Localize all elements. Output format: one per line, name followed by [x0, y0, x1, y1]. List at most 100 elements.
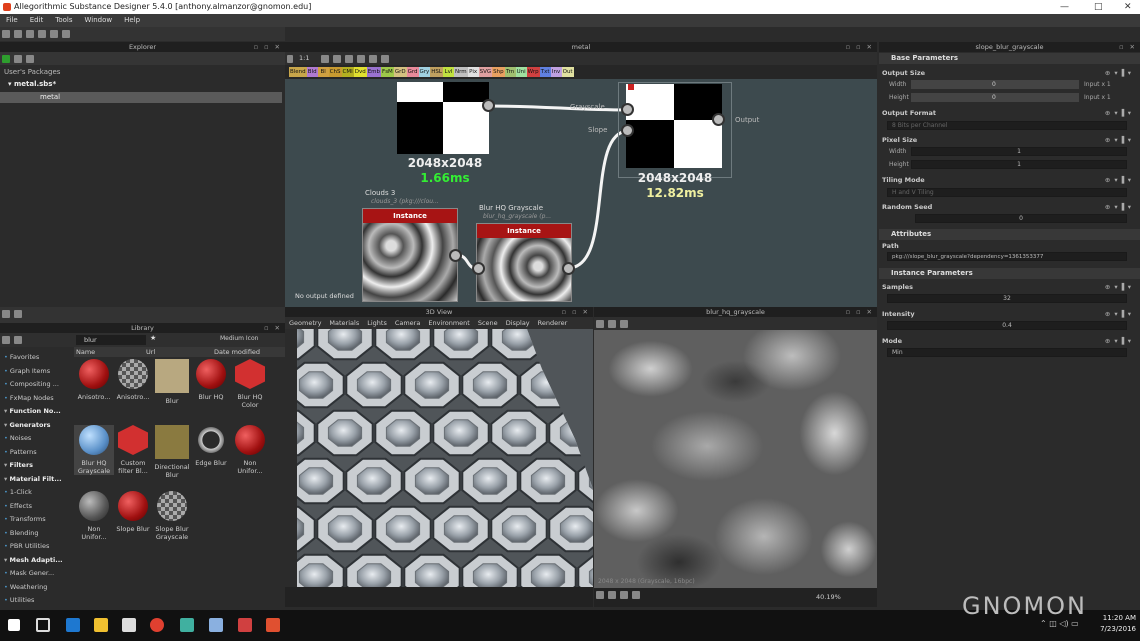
- app-icon-1[interactable]: [180, 618, 194, 632]
- slope-output-port[interactable]: [712, 113, 725, 126]
- info-dock-icon[interactable]: [14, 310, 22, 318]
- slope-input-port[interactable]: [621, 124, 634, 137]
- menu-help[interactable]: Help: [118, 14, 146, 27]
- mode-icons[interactable]: ⊕ ▾ ▌▾: [1105, 337, 1132, 345]
- view3d-controls-icon[interactable]: ▫ ▫ ✕: [562, 307, 590, 317]
- output-port[interactable]: [482, 99, 495, 112]
- save-all-icon[interactable]: [38, 30, 46, 38]
- library-category-18[interactable]: • Utilities: [4, 594, 34, 606]
- library-category-12[interactable]: • Transforms: [4, 513, 46, 525]
- open-icon[interactable]: [14, 30, 22, 38]
- info-icon[interactable]: [632, 591, 640, 599]
- samples-icons[interactable]: ⊕ ▾ ▌▾: [1105, 283, 1132, 291]
- library-category-2[interactable]: • Compositing ...: [4, 378, 59, 390]
- library-category-11[interactable]: • Effects: [4, 500, 32, 512]
- random-seed-field[interactable]: 0: [915, 214, 1127, 223]
- store-icon[interactable]: [122, 618, 136, 632]
- menu-file[interactable]: File: [0, 14, 24, 27]
- export-icon[interactable]: [620, 320, 628, 328]
- view3d-menu-renderer[interactable]: Renderer: [538, 319, 568, 327]
- redo-icon[interactable]: [62, 30, 70, 38]
- library-size-mode[interactable]: Medium Icon: [220, 335, 258, 342]
- height-input-mode[interactable]: Input x 1: [1084, 94, 1111, 101]
- clouds-output-port[interactable]: [449, 249, 462, 262]
- output-size-icons[interactable]: ⊕ ▾ ▌▾: [1105, 69, 1132, 77]
- view2d-controls-icon[interactable]: ▫ ▫ ✕: [846, 307, 874, 317]
- view3d-menu-scene[interactable]: Scene: [478, 319, 498, 327]
- play-icon[interactable]: [2, 55, 10, 63]
- library-category-9[interactable]: ▾ Material Filt...: [4, 473, 62, 485]
- output-format-select[interactable]: 8 Bits per Channel: [887, 121, 1127, 130]
- view2d-zoom[interactable]: 40.19%: [816, 588, 841, 607]
- library-item-9[interactable]: Non Unifor...: [230, 425, 270, 475]
- alpha-icon[interactable]: [608, 591, 616, 599]
- favorite-star-icon[interactable]: ★: [150, 334, 156, 342]
- package-item[interactable]: ▾ metal.sbs*: [0, 79, 285, 90]
- library-category-1[interactable]: • Graph Items: [4, 365, 50, 377]
- section-attributes[interactable]: Attributes: [879, 229, 1140, 240]
- node-blur-hq[interactable]: Instance: [476, 223, 572, 302]
- library-category-17[interactable]: • Weathering: [4, 581, 47, 593]
- library-category-4[interactable]: ▾ Function No...: [4, 405, 61, 417]
- explorer-icon[interactable]: [94, 618, 108, 632]
- library-search-input[interactable]: blur: [76, 335, 146, 345]
- tiling-mode-icons[interactable]: ⊕ ▾ ▌▾: [1105, 176, 1132, 184]
- section-base-parameters[interactable]: Base Parameters: [879, 53, 1140, 64]
- color-icon[interactable]: [596, 591, 604, 599]
- library-menu-icon[interactable]: [2, 336, 10, 344]
- channels-icon[interactable]: [608, 320, 616, 328]
- pan-icon[interactable]: [596, 320, 604, 328]
- library-item-2[interactable]: Blur: [152, 359, 192, 405]
- chrome-icon[interactable]: [150, 618, 164, 632]
- library-category-10[interactable]: • 1-Click: [4, 486, 32, 498]
- library-item-0[interactable]: Anisotro...: [74, 359, 114, 401]
- library-item-4[interactable]: Blur HQ Color: [230, 359, 270, 409]
- graph-view[interactable]: metal ▫ ▫ ✕ 1:1 Blend Bld Bl ChS CMI Dvd Emb FsM…: [285, 42, 877, 307]
- library-category-8[interactable]: ▾ Filters: [4, 459, 33, 471]
- library-category-5[interactable]: ▾ Generators: [4, 419, 51, 431]
- task-view-icon[interactable]: [36, 618, 50, 632]
- tiling-mode-select[interactable]: H and V Tiling: [887, 188, 1127, 197]
- menu-tools[interactable]: Tools: [49, 14, 78, 27]
- library-category-6[interactable]: • Noises: [4, 432, 31, 444]
- blur-output-port[interactable]: [562, 262, 575, 275]
- view3d-menu-lights[interactable]: Lights: [367, 319, 387, 327]
- app-icon-3[interactable]: [238, 618, 252, 632]
- maximize-button[interactable]: □: [1094, 0, 1103, 14]
- library-category-16[interactable]: • Mask Gener...: [4, 567, 54, 579]
- library-item-8[interactable]: Edge Blur: [191, 425, 231, 467]
- undo-icon[interactable]: [50, 30, 58, 38]
- new-package-icon[interactable]: [14, 55, 22, 63]
- node-clouds[interactable]: Instance: [362, 208, 458, 302]
- library-category-15[interactable]: ▾ Mesh Adapti...: [4, 554, 63, 566]
- library-item-10[interactable]: Non Unifor...: [74, 491, 114, 541]
- library-item-7[interactable]: Directional Blur: [152, 425, 192, 479]
- width-input-mode[interactable]: Input x 1: [1084, 81, 1111, 88]
- library-category-0[interactable]: • Favorites: [4, 351, 39, 363]
- view3d-menu-display[interactable]: Display: [506, 319, 530, 327]
- col-name[interactable]: Name: [76, 347, 95, 357]
- library-item-11[interactable]: Slope Blur: [113, 491, 153, 533]
- path-field[interactable]: pkg:///slope_blur_grayscale?dependency=1…: [887, 252, 1127, 261]
- intensity-icons[interactable]: ⊕ ▾ ▌▾: [1105, 310, 1132, 318]
- close-button[interactable]: ✕: [1124, 0, 1132, 14]
- tray-icons[interactable]: ⌃ ◫ ◁) ▭: [1040, 619, 1079, 628]
- random-seed-icons[interactable]: ⊕ ▾ ▌▾: [1105, 203, 1132, 211]
- library-item-1[interactable]: Anisotro...: [113, 359, 153, 401]
- open-package-icon[interactable]: [26, 55, 34, 63]
- node-checker-preview[interactable]: [397, 82, 489, 154]
- save-icon[interactable]: [26, 30, 34, 38]
- substance-designer-task-icon[interactable]: [266, 618, 280, 632]
- pixel-size-icons[interactable]: ⊕ ▾ ▌▾: [1105, 136, 1132, 144]
- col-date[interactable]: Date modified: [214, 347, 260, 357]
- output-format-icons[interactable]: ⊕ ▾ ▌▾: [1105, 109, 1132, 117]
- view3d-menu-geometry[interactable]: Geometry: [289, 319, 321, 327]
- view3d-menu-camera[interactable]: Camera: [395, 319, 421, 327]
- panel-controls-icon[interactable]: ▫ ▫ ✕: [254, 42, 282, 52]
- mode-select[interactable]: Min: [887, 348, 1127, 357]
- section-instance-parameters[interactable]: Instance Parameters: [879, 268, 1140, 279]
- library-filter-icon[interactable]: [14, 336, 22, 344]
- grayscale-input-port[interactable]: [621, 103, 634, 116]
- library-controls-icon[interactable]: ▫ ✕: [264, 323, 282, 333]
- node-slope-blur-preview[interactable]: [626, 84, 722, 168]
